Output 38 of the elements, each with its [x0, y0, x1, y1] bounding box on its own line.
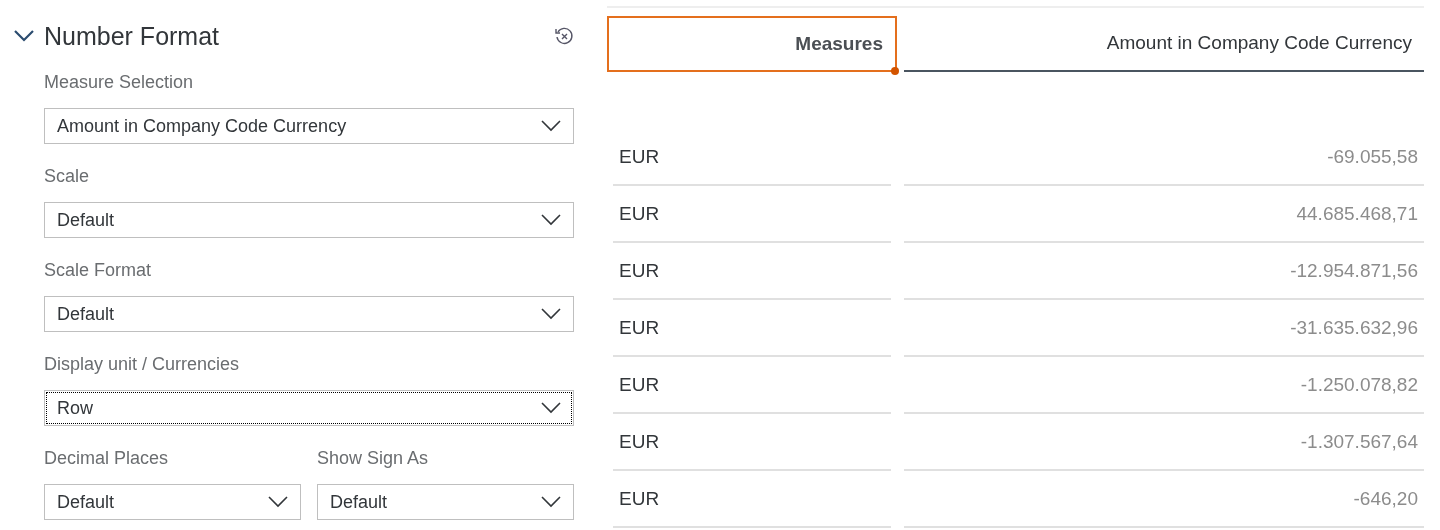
field-label: Scale Format	[44, 260, 153, 282]
table-cell: -1.250.078,82	[904, 357, 1424, 414]
table-cell: EUR	[613, 414, 891, 471]
table-cell: EUR	[613, 357, 891, 414]
column-header[interactable]: Amount in Company Code Currency	[904, 16, 1424, 72]
table-cell: -12.954.871,56	[904, 243, 1424, 300]
table-cell: EUR	[613, 300, 891, 357]
section-title: Number Format	[44, 21, 221, 51]
table-cell: -646,20	[904, 471, 1424, 528]
dropdown-field[interactable]: Amount in Company Code Currency	[44, 108, 574, 144]
chevron-down-icon	[541, 402, 561, 414]
table-cell: -69.055,58	[904, 129, 1424, 186]
field-label: Show Sign As	[317, 448, 430, 470]
dropdown-field[interactable]: Default	[44, 202, 574, 238]
reset-icon[interactable]	[554, 26, 574, 46]
chevron-icon[interactable]	[14, 29, 34, 43]
field-label: Measure Selection	[44, 72, 195, 94]
field-label: Display unit / Currencies	[44, 354, 241, 376]
dropdown-field[interactable]: Row	[44, 390, 574, 426]
table-cell: EUR	[613, 471, 891, 528]
table-cell: EUR	[613, 186, 891, 243]
table-cell: EUR	[613, 243, 891, 300]
table-cell: 44.685.468,71	[904, 186, 1424, 243]
table-cell: -31.635.632,96	[904, 300, 1424, 357]
chevron-down-icon	[541, 308, 561, 320]
chevron-down-icon	[541, 214, 561, 226]
resize-handle[interactable]	[891, 67, 899, 75]
chevron-down-icon	[541, 496, 561, 508]
chevron-down-icon	[268, 496, 288, 508]
dropdown-field[interactable]: Default	[44, 484, 301, 520]
chevron-down-icon	[541, 120, 561, 132]
field-label: Scale	[44, 166, 91, 188]
dropdown-field[interactable]: Default	[317, 484, 574, 520]
dropdown-field[interactable]: Default	[44, 296, 574, 332]
column-header[interactable]: Measures	[607, 16, 897, 72]
table-cell: EUR	[613, 129, 891, 186]
table-cell: -1.307.567,64	[904, 414, 1424, 471]
field-label: Decimal Places	[44, 448, 170, 470]
